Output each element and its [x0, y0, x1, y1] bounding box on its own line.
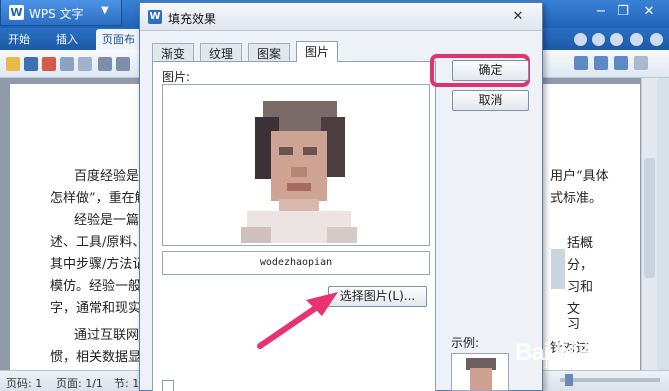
style-icon[interactable] [614, 56, 628, 70]
picture-tab-panel: 图片: wodezhaopian 选择图片(L)... [152, 61, 436, 391]
tab-picture[interactable]: 图片 [296, 41, 339, 62]
filename-field: wodezhaopian [162, 251, 430, 275]
status-page: 页面: 1/1 [56, 377, 103, 390]
tab-pattern[interactable]: 图案 [248, 43, 291, 61]
example-preview [451, 353, 509, 391]
example-label: 示例: [451, 336, 480, 350]
shirt-icon[interactable] [592, 33, 605, 46]
doc-line-left: 字，通常和现实 [50, 301, 142, 316]
inline-image [551, 249, 565, 289]
doc-line-right: 分， [567, 258, 594, 273]
wps-logo-icon: W [9, 5, 24, 20]
task-pane-strip [657, 78, 669, 370]
zoom-slider-handle[interactable] [565, 374, 573, 386]
format-icon[interactable] [574, 56, 588, 70]
ok-button[interactable]: 确定 [452, 60, 529, 81]
doc-line-left: 述、工具/原料、 [50, 235, 146, 250]
baidu-watermark: Bai 经验 jingyan.baidu.com [515, 330, 665, 370]
cancel-button[interactable]: 取消 [452, 90, 529, 111]
close-icon[interactable]: ✕ [508, 8, 528, 26]
minimize-icon[interactable]: − [592, 4, 610, 20]
tab-texture[interactable]: 纹理 [200, 43, 243, 61]
restore-icon[interactable]: ❐ [614, 4, 632, 20]
vertical-scrollbar[interactable] [641, 78, 657, 370]
info-icon[interactable] [630, 33, 643, 46]
doc-line-left: 怎样做”，重在解 [50, 191, 148, 206]
doc-line-left: 其中步骤/方法记 [50, 257, 146, 272]
doc-line-right: 括概 [567, 236, 594, 251]
tab-insert[interactable]: 插入 [56, 31, 78, 47]
help-icon[interactable] [610, 33, 623, 46]
dialog-title: 填充效果 [168, 12, 217, 26]
doc-line-left: 经验是一篇 [74, 213, 140, 228]
lock-aspect-checkbox[interactable] [162, 380, 174, 391]
collapse-ribbon-icon[interactable] [650, 33, 663, 46]
doc-line-left: 惯，相关数据显 [50, 350, 142, 365]
skin-icon[interactable] [574, 33, 587, 46]
doc-line-left: 通过互联网 [74, 328, 140, 343]
export-pdf-icon[interactable] [42, 57, 56, 71]
doc-line-right: 式标准。 [550, 191, 603, 206]
wps-logo-icon: W [148, 10, 162, 24]
scroll-thumb[interactable] [644, 158, 655, 278]
status-page-code: 页码: 1 [6, 377, 43, 390]
watermark-url: jingyan.baidu.com [545, 358, 638, 369]
zoom-slider[interactable] [560, 378, 660, 382]
tab-gradient[interactable]: 渐变 [152, 43, 195, 61]
more-tools-icon[interactable] [634, 56, 648, 70]
picture-preview [162, 84, 430, 246]
doc-line-right: 用户“具体 [550, 169, 609, 184]
portrait-photo [241, 91, 357, 243]
picture-filename: wodezhaopian [259, 257, 333, 268]
picture-label: 图片: [162, 70, 191, 84]
undo-icon[interactable] [98, 57, 112, 71]
example-photo [452, 354, 508, 390]
print-preview-icon[interactable] [78, 57, 92, 71]
doc-line-right: 习和 [567, 280, 594, 295]
app-menu-tab[interactable]: W WPS 文字 ▼ [0, 0, 122, 26]
doc-line-left: 百度经验是 [74, 169, 140, 184]
redo-icon[interactable] [116, 57, 130, 71]
open-folder-icon[interactable] [6, 57, 20, 71]
select-picture-button[interactable]: 选择图片(L)... [328, 286, 427, 307]
save-icon[interactable] [24, 57, 38, 71]
fill-effects-dialog: W 填充效果 ✕ 渐变 纹理 图案 图片 图片: wodezhaopian 选择… [139, 2, 543, 391]
status-section: 节: 1 [114, 377, 140, 390]
tab-start[interactable]: 开始 [8, 31, 30, 47]
tab-page-layout[interactable]: 页面布 [96, 29, 141, 50]
dialog-titlebar: W 填充效果 ✕ [140, 3, 542, 31]
app-close-icon[interactable]: ✕ [640, 4, 658, 20]
chevron-down-icon: ▼ [101, 5, 109, 16]
print-icon[interactable] [60, 57, 74, 71]
doc-line-left: 模仿。经验一般 [50, 279, 142, 294]
paragraph-icon[interactable] [594, 56, 608, 70]
app-name: WPS 文字 [29, 7, 84, 21]
